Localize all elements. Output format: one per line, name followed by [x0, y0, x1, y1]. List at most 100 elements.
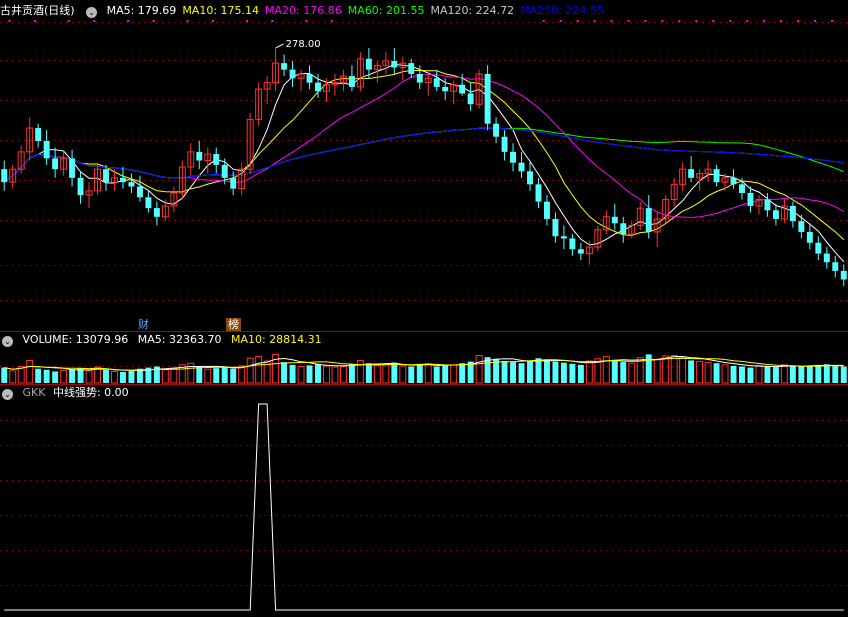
- volume-bar: [35, 368, 42, 383]
- candle-body: [221, 164, 228, 178]
- period-label: (日线): [44, 4, 75, 17]
- candle-body: [77, 177, 84, 196]
- volume-bar: [1, 367, 8, 383]
- signal-dot: [33, 20, 36, 22]
- signal-dot: [559, 20, 562, 22]
- chevron-down-icon[interactable]: ⌄: [2, 389, 13, 400]
- volume-bar: [560, 362, 567, 383]
- volume-bar: [815, 364, 822, 383]
- signal-dot: [93, 20, 96, 22]
- signal-dot: [152, 20, 155, 22]
- signal-dot: [186, 20, 189, 22]
- signal-dot: [644, 20, 647, 22]
- volume-bar: [408, 366, 415, 383]
- volume-value: VOLUME: 13079.96: [22, 333, 129, 346]
- candle-body: [730, 177, 737, 185]
- candle-body: [620, 223, 627, 235]
- candle-body: [789, 205, 796, 222]
- candle-body: [645, 208, 652, 232]
- candle-body: [611, 216, 618, 224]
- candle-body: [52, 158, 59, 170]
- volume-bar: [43, 369, 50, 383]
- volume-bar: [221, 367, 228, 383]
- chevron-down-icon[interactable]: ⌄: [2, 336, 13, 347]
- volume-bar: [373, 364, 381, 384]
- volume-bar: [704, 362, 712, 384]
- volume-bar: [518, 363, 525, 383]
- signal-dot: [780, 20, 783, 22]
- volume-bar: [297, 366, 305, 384]
- volume-bar: [670, 355, 678, 384]
- volume-bar: [213, 368, 220, 383]
- candle-body: [213, 154, 220, 165]
- candle-body: [281, 63, 288, 70]
- volume-bar: [77, 368, 84, 383]
- volume-bar: [238, 365, 246, 384]
- candle-body: [416, 73, 423, 83]
- candle-body: [153, 208, 160, 217]
- volume-bar: [399, 365, 407, 384]
- candle-body: [713, 169, 720, 183]
- volume-bar: [789, 365, 796, 383]
- volume-bar: [510, 362, 517, 383]
- candle-body: [518, 162, 525, 172]
- candle-body: [306, 73, 313, 83]
- candle-body: [815, 242, 822, 254]
- volume-bar: [281, 362, 288, 383]
- candle-body: [196, 151, 203, 161]
- volume-bar: [696, 361, 704, 384]
- chevron-down-icon[interactable]: ⌄: [86, 7, 98, 18]
- candle-body: [552, 218, 559, 237]
- signal-dot: [610, 20, 613, 22]
- volume-bar: [382, 364, 390, 384]
- ma20-line: [3, 74, 845, 218]
- finance-tag[interactable]: 财: [136, 318, 151, 331]
- volume-bar: [840, 366, 847, 383]
- volume-bar: [306, 365, 313, 383]
- candle-body: [459, 84, 466, 94]
- candle-body: [527, 171, 533, 185]
- rank-tag[interactable]: 榜: [226, 318, 241, 331]
- volume-bar: [315, 363, 321, 383]
- volume-bar: [611, 359, 618, 383]
- volume-bar: [688, 360, 695, 383]
- volume-bar: [9, 370, 17, 384]
- candle-body: [577, 249, 584, 254]
- signal-dot: [576, 20, 579, 22]
- signal-dot: [661, 20, 664, 22]
- ma-legend-item: MA120: 224.72: [430, 4, 515, 17]
- signal-dot: [814, 20, 817, 22]
- volume-bar: [442, 365, 449, 383]
- volume-bar: [764, 366, 771, 383]
- volume-bar: [365, 363, 372, 383]
- volume-bar: [459, 363, 466, 383]
- chart-canvas[interactable]: 278.00: [0, 0, 848, 614]
- volume-bar: [196, 366, 203, 383]
- signal-dot: [542, 20, 545, 22]
- volume-bar: [577, 364, 584, 383]
- signal-dot: [627, 20, 630, 22]
- ma-legend-item: MA20: 176.86: [265, 4, 342, 17]
- volume-bar: [721, 364, 729, 384]
- volume-bar: [69, 369, 76, 383]
- chart-stage[interactable]: 278.00: [0, 0, 848, 614]
- volume-bar: [204, 368, 212, 384]
- signal-dot: [8, 20, 11, 22]
- signal-dot: [271, 20, 274, 22]
- candle-body: [501, 136, 508, 152]
- volume-bar: [780, 364, 788, 384]
- volume-bar: [475, 355, 483, 384]
- volume-header: ⌄ VOLUME: 13079.96 MA5: 32363.70 MA10: 2…: [0, 332, 328, 348]
- candle-body: [408, 63, 415, 74]
- candle-body: [467, 93, 474, 105]
- candle-body: [688, 169, 695, 178]
- volume-bar: [730, 365, 737, 383]
- volume-bar: [798, 366, 805, 383]
- candle-body: [230, 177, 237, 189]
- volume-bar: [832, 365, 839, 383]
- candle-body: [484, 73, 491, 124]
- volume-bar: [339, 366, 347, 384]
- signal-dot: [67, 20, 70, 22]
- volume-bar: [433, 366, 440, 383]
- volume-bar: [747, 367, 754, 383]
